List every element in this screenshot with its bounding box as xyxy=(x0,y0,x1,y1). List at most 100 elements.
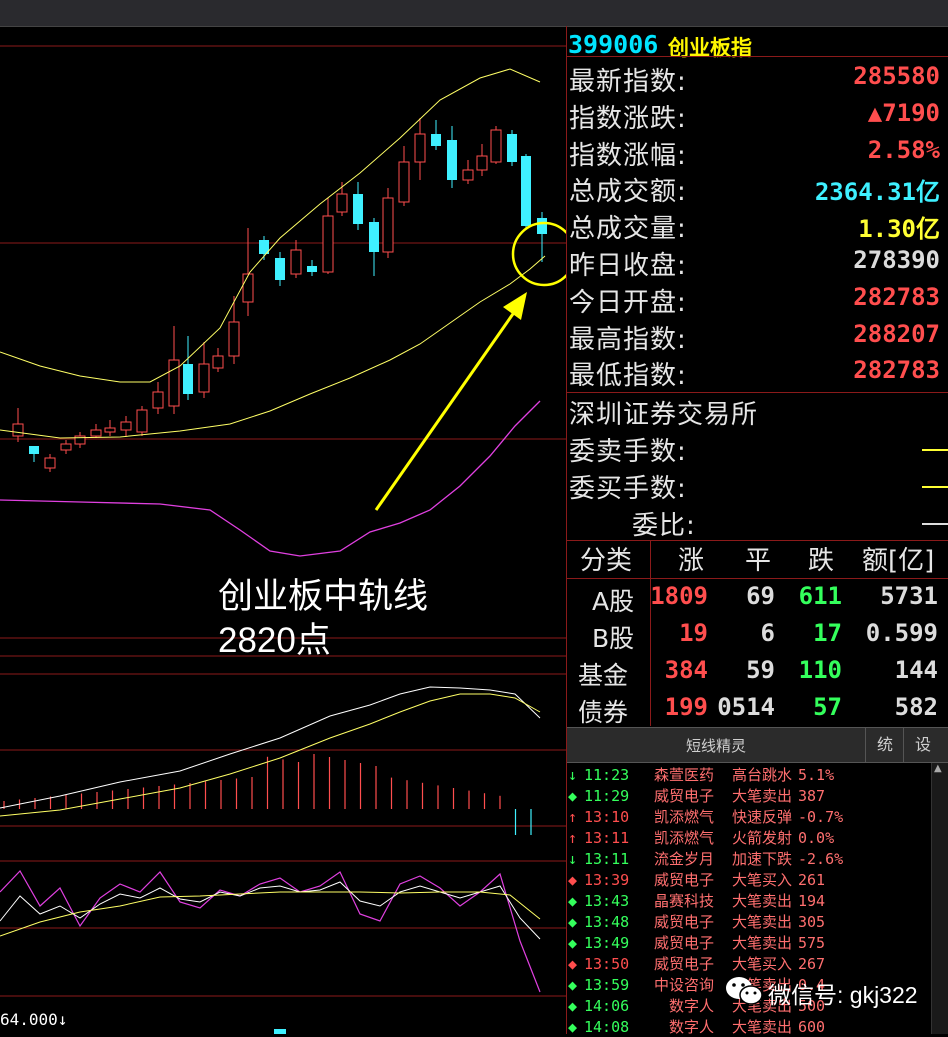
candle-body xyxy=(398,161,410,203)
alert-value: 261 xyxy=(798,871,826,889)
quote-value: 1.30亿 xyxy=(858,215,940,244)
breadth-flat: 69 xyxy=(746,582,775,610)
quote-row: 最高指数: 288207 xyxy=(566,318,948,355)
alert-stock: 数字人 xyxy=(668,997,714,1015)
alert-arrow: ↓ xyxy=(568,766,578,784)
alert-item[interactable]: ↑ 13:11 凯添燃气 火箭发射 0.0% xyxy=(568,827,834,848)
breadth-amt: 5731 xyxy=(880,582,938,610)
grid-lines xyxy=(0,45,566,997)
candles-group xyxy=(12,118,547,472)
alert-value: -0.7% xyxy=(798,808,844,826)
scroll-up-icon[interactable]: ▲ xyxy=(934,763,942,774)
annotation-line2: 2820点 xyxy=(218,621,331,660)
candle-body xyxy=(136,409,148,433)
quote-value: 285580 xyxy=(853,62,940,90)
candle-body xyxy=(120,421,132,431)
quote-row: 最低指数: 282783 xyxy=(566,354,948,391)
divider xyxy=(566,56,948,57)
candle-body xyxy=(476,155,488,171)
breadth-down: 110 xyxy=(798,656,842,684)
bottom-indicator-value: 64.000↓ xyxy=(0,1010,68,1029)
alert-arrow: ◆ xyxy=(568,997,578,1015)
alert-item[interactable]: ↓ 11:23 森萱医药 高台跳水 5.1% xyxy=(568,764,834,785)
sprite-toolbar: 短线精灵 统 设 xyxy=(567,727,948,763)
quote-row: 指数涨跌: ▲7190 xyxy=(566,97,948,134)
candle-body xyxy=(29,446,39,454)
quote-label: 今日开盘: xyxy=(569,287,687,318)
alert-value: 0.0% xyxy=(798,829,835,847)
kdj-d-line xyxy=(0,891,541,937)
alert-stock: 中设咨询 xyxy=(653,976,714,994)
breadth-flat: 59 xyxy=(746,656,775,684)
breadth-cat: B股 xyxy=(592,624,635,653)
candle-body xyxy=(44,457,56,469)
alert-item[interactable]: ◆ 13:48 威贸电子 大笔卖出 305 xyxy=(568,911,825,932)
quote-row: 最新指数: 285580 xyxy=(566,60,948,97)
quote-label: 昨日收盘: xyxy=(569,251,687,281)
alert-arrow: ◆ xyxy=(568,892,578,910)
breadth-amt: 144 xyxy=(894,656,938,684)
alert-stock: 威贸电子 xyxy=(653,787,714,805)
wechat-icon xyxy=(726,977,763,1005)
settings-button[interactable]: 设 xyxy=(903,728,942,762)
alert-time: 11:29 xyxy=(584,787,630,805)
alert-time: 14:06 xyxy=(584,997,630,1015)
annotation-line1: 创业板中轨线 xyxy=(218,577,429,616)
alert-time: 13:11 xyxy=(584,850,630,868)
breadth-amt: 0.599 xyxy=(865,619,938,647)
boll-lower-line xyxy=(0,400,541,557)
alert-stock: 威贸电子 xyxy=(653,871,714,889)
candle-body xyxy=(90,429,102,437)
alert-item[interactable]: ◆ 13:49 威贸电子 大笔卖出 575 xyxy=(568,932,825,953)
alert-stock: 森萱医药 xyxy=(653,766,714,784)
alert-event: 大笔卖出 xyxy=(731,787,792,805)
window-title-bar xyxy=(0,0,948,27)
candle-body xyxy=(307,266,317,272)
wechat-watermark: 微信号: gkj322 xyxy=(724,968,934,1014)
highlight-arrow-head xyxy=(503,292,527,320)
order-dash xyxy=(922,486,948,488)
candle-body xyxy=(537,218,547,234)
candlestick-chart[interactable] xyxy=(0,26,566,1034)
breadth-up: 19 xyxy=(679,619,708,647)
candle-body xyxy=(353,194,363,224)
breadth-cat: A股 xyxy=(592,587,635,616)
alert-stock: 威贸电子 xyxy=(653,934,714,952)
quote-label: 最新指数: xyxy=(569,67,687,97)
stats-button[interactable]: 统 xyxy=(865,728,904,762)
boll-middle-line xyxy=(0,255,546,439)
table-header: 涨 xyxy=(678,546,705,576)
alert-event: 大笔卖出 xyxy=(731,934,792,952)
alert-stock: 晶赛科技 xyxy=(653,892,714,910)
alert-arrow: ◆ xyxy=(568,913,578,931)
breadth-up: 1809 xyxy=(650,582,708,610)
candle-body xyxy=(60,443,72,451)
candle-body xyxy=(447,140,457,180)
table-header: 分类 xyxy=(580,546,633,576)
breadth-cat: 债券 xyxy=(578,698,629,727)
order-row: 委买手数: xyxy=(566,467,948,504)
quote-row: 昨日收盘: 278390 xyxy=(566,244,948,281)
candle-body xyxy=(104,427,116,433)
annotation-text: 创业板中轨线 2820点 xyxy=(218,575,428,663)
alert-item[interactable]: ◆ 13:43 晶赛科技 大笔卖出 194 xyxy=(568,890,825,911)
alert-arrow: ◆ xyxy=(568,955,578,973)
alert-item[interactable]: ↓ 13:11 流金岁月 加速下跌 -2.6% xyxy=(568,848,843,869)
order-row: 委比: xyxy=(566,504,948,541)
alert-event: 快速反弹 xyxy=(731,808,792,826)
alert-item[interactable]: ◆ 11:29 威贸电子 大笔卖出 387 xyxy=(568,785,825,806)
alert-item[interactable]: ↑ 13:10 凯添燃气 快速反弹 -0.7% xyxy=(568,806,843,827)
quote-value: 288207 xyxy=(853,319,940,348)
index-code: 399006 xyxy=(568,30,659,59)
alert-item[interactable]: ◆ 13:39 威贸电子 大笔买入 261 xyxy=(568,869,825,890)
alert-event: 大笔卖出 xyxy=(731,913,792,931)
alert-time: 13:10 xyxy=(584,808,630,826)
candle-body xyxy=(242,273,254,303)
breadth-flat: 0514 xyxy=(717,693,775,721)
alert-time: 13:49 xyxy=(584,934,630,952)
quote-value: 282783 xyxy=(853,282,940,311)
alert-event: 加速下跌 xyxy=(731,850,792,868)
candle-body xyxy=(414,133,426,163)
alert-event: 高台跳水 xyxy=(731,766,792,784)
alert-event: 大笔买入 xyxy=(731,871,792,889)
